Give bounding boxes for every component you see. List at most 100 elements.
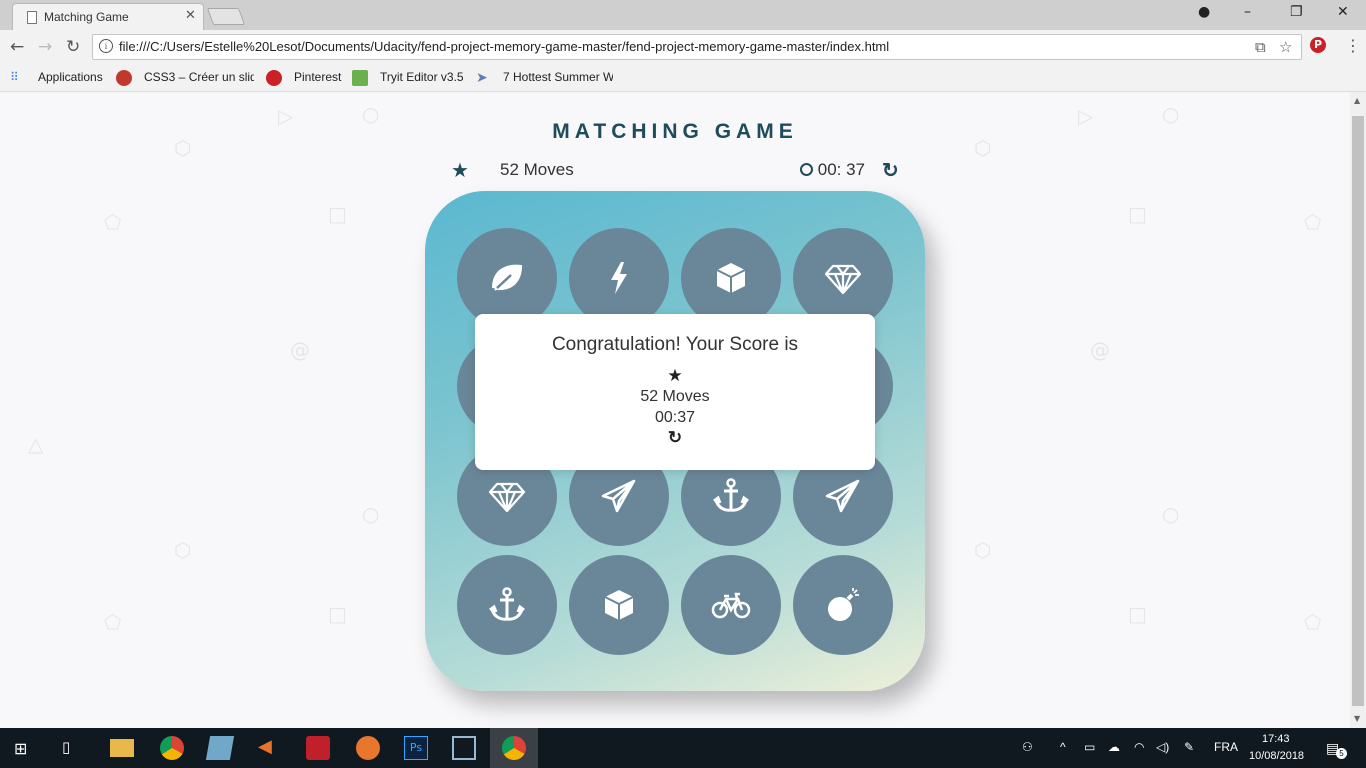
battery-icon[interactable]: ▭ — [1084, 740, 1095, 754]
bookmark-star-icon[interactable]: ☆ — [1279, 38, 1292, 56]
card-anchor[interactable] — [457, 555, 557, 655]
bookmark-pinterest[interactable]: Pinterest — [294, 70, 344, 84]
hexagon-pattern-icon: ⬡ — [174, 538, 192, 562]
circle-pattern-icon: ○ — [1162, 502, 1180, 526]
restart-icon[interactable]: ↻ — [475, 428, 875, 448]
chrome-active-icon[interactable] — [502, 736, 526, 760]
circle-pattern-icon: ○ — [362, 502, 380, 526]
card-bolt[interactable] — [569, 228, 669, 328]
scrollbar-thumb[interactable] — [1352, 116, 1364, 706]
browser-toolbar: ← → ↻ i file:///C:/Users/Estelle%20Lesot… — [0, 30, 1366, 64]
minimize-button[interactable]: – — [1244, 4, 1251, 20]
app-icon[interactable] — [205, 736, 235, 760]
new-tab-button[interactable] — [206, 8, 246, 25]
apps-grid-icon: ⠿ — [10, 70, 19, 84]
cube-icon — [716, 263, 746, 293]
diamond-icon — [824, 264, 862, 295]
spiral-pattern-icon: @ — [1090, 338, 1110, 362]
info-icon[interactable]: i — [99, 39, 113, 53]
card-bicycle[interactable] — [681, 555, 781, 655]
scroll-down-icon[interactable]: ▼ — [1354, 714, 1360, 723]
diamond-icon — [488, 482, 526, 513]
square-pattern-icon: □ — [1128, 602, 1147, 626]
paper-plane-icon — [825, 479, 860, 513]
speaker-app-icon[interactable]: ◀ — [258, 736, 282, 760]
pentagon-pattern-icon: ⬠ — [1304, 210, 1322, 234]
tab-title: Matching Game — [44, 10, 129, 24]
card-bomb[interactable] — [793, 555, 893, 655]
address-bar[interactable]: i file:///C:/Users/Estelle%20Lesot/Docum… — [92, 34, 1302, 60]
bookmark-css3[interactable]: CSS3 – Créer un slid — [144, 70, 254, 84]
moves-counter: 52 Moves — [500, 160, 574, 179]
task-view-icon[interactable]: ▯ — [62, 738, 86, 762]
bookmarks-bar: ⠿ Applications CSS3 – Créer un slid Pint… — [0, 64, 1366, 92]
square-pattern-icon: □ — [328, 602, 347, 626]
creative-cloud-icon[interactable] — [306, 736, 330, 760]
windows-start-icon[interactable]: ⊞ — [14, 739, 38, 763]
w3-icon — [352, 70, 368, 86]
windows-taskbar: ⊞ ▯ ◀ Ps ⚇ ^ ▭ ☁ ◠ ◁) ✎ FRA 17:43 10/08/… — [0, 728, 1366, 768]
timer: 00: 37 — [800, 160, 865, 180]
maximize-button[interactable]: ❐ — [1290, 4, 1303, 20]
translate-icon[interactable]: ⧉ — [1255, 38, 1266, 56]
anchor-icon — [713, 478, 749, 512]
chrome-icon[interactable] — [160, 736, 184, 760]
bicycle-icon — [711, 592, 751, 619]
modal-time: 00:37 — [654, 409, 696, 426]
cube-icon — [604, 590, 634, 620]
anchor-icon — [489, 587, 525, 621]
leaf-icon — [492, 264, 523, 291]
language-indicator[interactable]: FRA — [1214, 740, 1238, 754]
firefox-icon[interactable] — [356, 736, 380, 760]
volume-icon[interactable]: ◁) — [1156, 740, 1169, 754]
notification-count-badge: 5 — [1336, 748, 1347, 759]
score-panel: ★ 52 Moves 00: 37 ↻ — [448, 158, 908, 184]
paper-plane-icon — [601, 479, 636, 513]
card-cube[interactable] — [569, 555, 669, 655]
wifi-icon[interactable]: ◠ — [1134, 740, 1144, 754]
taskbar-date[interactable]: 10/08/2018 — [1249, 750, 1304, 762]
url-text[interactable]: file:///C:/Users/Estelle%20Lesot/Documen… — [119, 39, 889, 54]
game-title: MATCHING GAME — [552, 120, 798, 143]
star-icon: ★ — [667, 366, 683, 385]
square-pattern-icon: □ — [1128, 202, 1147, 226]
cloud-icon[interactable]: ☁ — [1108, 740, 1120, 754]
card-diamond[interactable] — [793, 228, 893, 328]
pen-icon[interactable]: ✎ — [1184, 740, 1194, 754]
modal-moves: 52 Moves — [640, 388, 710, 405]
pentagon-pattern-icon: ⬠ — [104, 210, 122, 234]
forward-arrow-icon[interactable]: → — [38, 37, 52, 57]
tray-expand-icon[interactable]: ^ — [1060, 740, 1066, 754]
pentagon-pattern-icon: ⬠ — [1304, 610, 1322, 634]
bomb-icon — [828, 588, 859, 621]
photoshop-icon[interactable]: Ps — [404, 736, 428, 760]
taskbar-time[interactable]: 17:43 — [1262, 733, 1290, 745]
reload-icon[interactable]: ↻ — [66, 37, 80, 57]
file-explorer-icon[interactable] — [110, 739, 134, 757]
back-arrow-icon[interactable]: ← — [10, 37, 24, 57]
pinterest-extension-icon[interactable]: P — [1310, 37, 1326, 53]
bolt-icon — [611, 262, 627, 294]
tab-close-icon[interactable]: ✕ — [185, 8, 196, 23]
people-icon[interactable]: ⚇ — [1022, 740, 1033, 754]
congratulation-modal: Congratulation! Your Score is ★ 52 Moves… — [475, 314, 875, 470]
scroll-up-icon[interactable]: ▲ — [1354, 96, 1360, 105]
card-leaf[interactable] — [457, 228, 557, 328]
square-pattern-icon: □ — [328, 202, 347, 226]
card-cube[interactable] — [681, 228, 781, 328]
browser-tab[interactable]: Matching Game ✕ — [12, 3, 204, 30]
bookmark-summer[interactable]: 7 Hottest Summer W — [503, 70, 613, 84]
page-scrollbar[interactable]: ▲ ▼ — [1350, 92, 1366, 728]
triangle-pattern-icon: △ — [28, 432, 44, 456]
bookmark-tryit-editor[interactable]: Tryit Editor v3.5 — [380, 70, 470, 84]
pentagon-pattern-icon: ⬠ — [104, 610, 122, 634]
close-button[interactable]: ✕ — [1337, 4, 1349, 20]
page-icon — [27, 11, 37, 24]
brackets-icon[interactable] — [452, 736, 476, 760]
bookmark-applications[interactable]: Applications — [38, 70, 108, 84]
css3-icon — [116, 70, 132, 86]
profile-icon[interactable]: ● — [1198, 4, 1210, 20]
restart-icon[interactable]: ↻ — [882, 158, 899, 183]
browser-menu-icon[interactable]: ⋮ — [1345, 36, 1361, 55]
hexagon-pattern-icon: ⬡ — [974, 538, 992, 562]
